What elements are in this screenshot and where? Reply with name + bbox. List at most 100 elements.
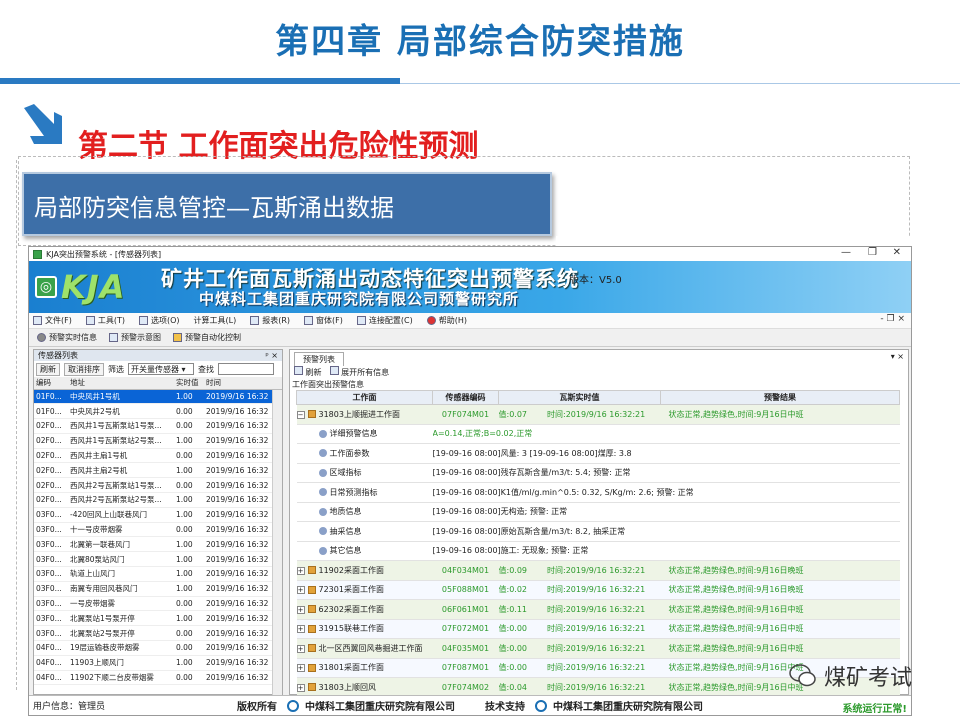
warning-row[interactable]: +72301采面工作面 05F088M01 值:0.02 时间:2019/9/16 1…	[296, 580, 900, 600]
menu-calc[interactable]: 计算工具(L)	[194, 315, 237, 326]
sensor-address: 一号皮带烟雾	[68, 596, 174, 612]
detail-row[interactable]: 地质信息 [19-09-16 08:00]无构造; 预警: 正常	[296, 502, 900, 522]
tb-auto-control[interactable]: 预警自动化控制	[173, 332, 241, 343]
sensor-value: 1.00	[174, 581, 204, 597]
sensor-address: 北翼80泵站风门	[68, 551, 174, 568]
collapse-icon[interactable]: −	[296, 410, 305, 419]
gas-time: 时间:2019/9/16 16:32:21	[547, 663, 646, 673]
app-banner: ◎ KJA 矿井工作面瓦斯涌出动态特征突出预警系统 版本：V5.0 中煤科工集团…	[29, 261, 911, 313]
search-input[interactable]	[218, 363, 274, 375]
sensor-row[interactable]: 03F0... 轨道上山风门 1.00 2019/9/16 16:32	[34, 566, 282, 582]
menu-tools[interactable]: 工具(T)	[85, 315, 125, 326]
detail-name: 区域指标	[329, 468, 362, 478]
warning-row[interactable]: + 北一区西翼回风巷掘进工作面 04F035M01 值:0.00 时间:2019/9/1…	[296, 638, 900, 659]
expand-icon[interactable]: +	[296, 644, 305, 653]
col-sensor-code[interactable]: 传感器编码	[432, 390, 499, 405]
warning-row[interactable]: +62302采面工作面 06F061M01 值:0.11 时间:2019/9/16 1…	[296, 599, 900, 620]
close-button[interactable]: ✕	[893, 247, 901, 258]
gas-value: 值:0.02	[498, 585, 528, 595]
expand-icon[interactable]: +	[296, 683, 305, 692]
minimize-button[interactable]: —	[841, 247, 851, 258]
warning-row[interactable]: +11902采面工作面 04F034M01 值:0.09 时间:2019/9/16 1…	[296, 560, 900, 581]
menu-report[interactable]: 报表(R)	[250, 315, 290, 326]
sensor-row[interactable]: 01F0... 中央风井2号机 0.00 2019/9/16 16:32	[34, 403, 282, 420]
sensor-row[interactable]: 03F0... 北翼泵站2号泵开停 0.00 2019/9/16 16:32	[34, 625, 282, 642]
sensor-row[interactable]: 02F0... 西风井1号瓦斯泵站1号泵... 0.00 2019/9/16 16:3…	[34, 418, 282, 434]
tb-diagram[interactable]: 预警示意图	[109, 332, 161, 343]
detail-icon	[318, 527, 327, 536]
sensor-row[interactable]: 03F0... 十一号皮带烟雾 0.00 2019/9/16 16:32	[34, 522, 282, 538]
sensor-scrollbar[interactable]	[272, 390, 282, 696]
dashed-frame-left	[16, 160, 17, 690]
sensor-value: 0.00	[174, 625, 204, 642]
detail-row[interactable]: 日常预测指标 [19-09-16 08:00]K1值/ml/g.min^0.5: …	[296, 482, 900, 503]
refresh-button[interactable]: 刷新	[36, 362, 60, 376]
sensor-value: 0.00	[174, 477, 204, 494]
sensor-row[interactable]: 02F0... 西风井主扇2号机 1.00 2019/9/16 16:32	[34, 462, 282, 479]
sensor-address: 西风井1号瓦斯泵站1号泵...	[68, 418, 174, 434]
menu-connection[interactable]: 连接配置(C)	[356, 315, 413, 326]
sensor-row[interactable]: 03F0... 一号皮带烟雾 0.00 2019/9/16 16:32	[34, 596, 282, 612]
sensor-time: 2019/9/16 16:32	[204, 670, 282, 686]
menu-window[interactable]: 窗体(F)	[304, 315, 343, 326]
gas-time: 时间:2019/9/16 16:32:21	[547, 585, 646, 595]
sensor-row[interactable]: 01F0... 中央风井1号机 1.00 2019/9/16 16:32	[34, 389, 282, 405]
sensor-list-header: 传感器列表 ᵖ ×	[34, 350, 282, 361]
detail-row[interactable]: 区域指标 [19-09-16 08:00]残存瓦斯含量/m3/t: 5.4; 预警…	[296, 463, 900, 483]
expand-all-button[interactable]: 展开所有信息	[329, 366, 389, 378]
col-code[interactable]: 编码	[34, 377, 68, 390]
sensor-code: 02F0...	[34, 477, 68, 494]
expand-icon[interactable]: +	[296, 605, 305, 614]
warning-row[interactable]: +31915联巷工作面 07F072M01 值:0.00 时间:2019/9/16 1…	[296, 619, 900, 639]
app-window: KJA突出预警系统 - [传感器列表] — ❐ ✕ ◎ KJA 矿井工作面瓦斯涌…	[28, 246, 912, 716]
expand-icon[interactable]: +	[296, 664, 305, 673]
sensor-row[interactable]: 03F0... 北翼泵站1号泵开停 1.00 2019/9/16 16:32	[34, 610, 282, 627]
realtime-icon	[37, 333, 46, 342]
menu-options[interactable]: 选项(O)	[138, 315, 180, 326]
tb-realtime[interactable]: 预警实时信息	[37, 332, 97, 343]
detail-text: [19-09-16 08:00]残存瓦斯含量/m3/t: 5.4; 预警: 正常	[432, 463, 900, 483]
col-result[interactable]: 预警结果	[660, 390, 900, 405]
sensor-time: 2019/9/16 16:32	[204, 596, 282, 612]
sensor-row[interactable]: 02F0... 西风井1号瓦斯泵站2号泵... 1.00 2019/9/16 16:3…	[34, 433, 282, 449]
sensor-row[interactable]: 03F0... 北翼80泵站风门 1.00 2019/9/16 16:32	[34, 551, 282, 568]
detail-row[interactable]: 工作面参数 [19-09-16 08:00]风量: 3 [19-09-16 08:…	[296, 443, 900, 464]
col-value[interactable]: 实时值	[174, 377, 204, 390]
col-gas-value[interactable]: 瓦斯实时值	[498, 390, 661, 405]
inner-window-controls[interactable]: - ❐ ×	[880, 314, 905, 324]
col-face[interactable]: 工作面	[296, 390, 433, 405]
sensor-row[interactable]: 03F0... 北翼第一联巷风门 1.00 2019/9/16 16:32	[34, 536, 282, 553]
tab-warning-list[interactable]: 预警列表	[294, 352, 344, 366]
menu-file[interactable]: 文件(F)	[33, 315, 72, 326]
sensor-row[interactable]: 03F0... -420回风上山联巷风门 1.00 2019/9/16 16:32	[34, 507, 282, 523]
filter-select[interactable]: 开关量传感器 ▾	[128, 363, 194, 375]
sensor-row[interactable]: 03F0... 南翼专用回风巷风门 1.00 2019/9/16 16:32	[34, 581, 282, 597]
sensor-row[interactable]: 02F0... 西风井2号瓦斯泵站2号泵... 1.00 2019/9/16 16:3…	[34, 492, 282, 508]
expand-icon[interactable]: +	[296, 566, 305, 575]
sensor-value: 1.00	[174, 566, 204, 582]
sensor-row[interactable]: 04F0... 19层运输巷皮带烟雾 0.00 2019/9/16 16:32	[34, 640, 282, 656]
detail-row[interactable]: 抽采信息 [19-09-16 08:00]原始瓦斯含量/m3/t: 8.2, 抽采…	[296, 521, 900, 542]
expand-icon[interactable]: +	[296, 625, 305, 634]
detail-row[interactable]: 详细预警信息 A=0.14,正常;B=0.02,正常	[296, 424, 900, 444]
gas-time: 时间:2019/9/16 16:32:21	[547, 565, 646, 575]
sensor-row[interactable]: 02F0... 西风井2号瓦斯泵站1号泵... 0.00 2019/9/16 16:3…	[34, 477, 282, 494]
sensor-row[interactable]: 02F0... 西风井主扇1号机 0.00 2019/9/16 16:32	[34, 448, 282, 464]
detail-row[interactable]: 其它信息 [19-09-16 08:00]施工: 无现象; 预警: 正常	[296, 541, 900, 561]
col-address[interactable]: 地址	[68, 377, 174, 390]
detail-icon	[318, 468, 327, 477]
panel-controls[interactable]: ▾ ×	[891, 352, 904, 361]
cancel-sort-button[interactable]: 取消排序	[64, 362, 104, 376]
menu-help[interactable]: 帮助(H)	[426, 315, 467, 326]
copyright: 版权所有	[237, 702, 277, 713]
sensor-row[interactable]: 04F0... 11903上顺风门 1.00 2019/9/16 16:32	[34, 655, 282, 671]
sensor-row[interactable]: 04F0... 11902下顺二台皮带烟雾 0.00 2019/9/16 16:32	[34, 670, 282, 686]
restore-button[interactable]: ❐	[868, 247, 877, 258]
sensor-address: 西风井1号瓦斯泵站2号泵...	[68, 433, 174, 449]
col-time[interactable]: 时间	[204, 377, 282, 390]
warning-row[interactable]: − 31803上顺掘进工作面 07F074M01 值:0.07 时间:2019/9/16…	[296, 404, 900, 425]
warning-refresh-button[interactable]: 刷新	[294, 366, 322, 378]
sensor-address: 11903上顺风门	[68, 655, 174, 671]
expand-icon[interactable]: +	[296, 586, 305, 595]
panel-pin-close[interactable]: ᵖ ×	[265, 351, 278, 360]
